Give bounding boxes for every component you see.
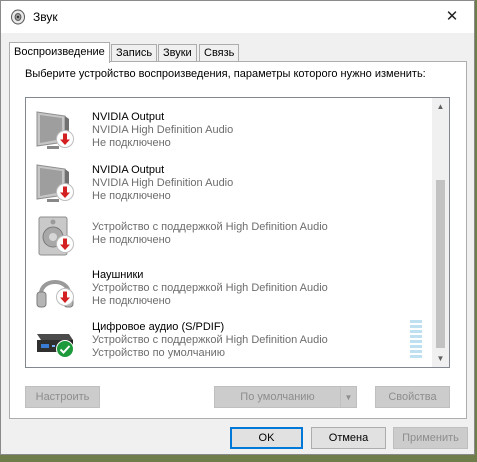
list-item[interactable]: Наушники Устройство с поддержкой High De…	[26, 268, 433, 320]
cancel-button[interactable]: Отмена	[311, 427, 386, 449]
scroll-down-icon[interactable]: ▼	[432, 350, 449, 367]
device-status: Не подключено	[92, 295, 171, 307]
list-item-default-device[interactable]: Цифровое аудио (S/PDIF) Устройство с под…	[26, 320, 433, 367]
device-name: Наушники	[92, 269, 144, 281]
device-name: NVIDIA Output	[92, 164, 165, 176]
level-meter-icon	[410, 320, 422, 358]
scroll-up-icon[interactable]: ▲	[432, 98, 449, 115]
disconnected-arrow-icon	[56, 288, 74, 306]
speaker-icon	[11, 9, 25, 25]
apply-button[interactable]: Применить	[393, 427, 468, 449]
list-item[interactable]: Устройство с поддержкой High Definition …	[26, 215, 433, 267]
disconnected-arrow-icon	[56, 235, 74, 253]
set-default-button[interactable]: По умолчанию ▼	[214, 386, 357, 408]
device-list[interactable]: NVIDIA Output NVIDIA High Definition Aud…	[25, 97, 450, 368]
device-name: NVIDIA Output	[92, 111, 165, 123]
ok-button[interactable]: OK	[230, 427, 303, 449]
configure-button[interactable]: Настроить	[25, 386, 100, 408]
device-icon	[35, 98, 81, 100]
tab-sounds[interactable]: Звуки	[158, 44, 197, 62]
disconnected-arrow-icon	[56, 130, 74, 148]
set-default-dropdown-arrow-icon[interactable]: ▼	[340, 387, 356, 407]
device-description: Устройство с поддержкой High Definition …	[92, 334, 328, 346]
device-description: Устройство с поддержкой High Definition …	[92, 221, 328, 233]
tab-communications[interactable]: Связь	[199, 44, 240, 62]
set-default-label: По умолчанию	[240, 391, 315, 403]
tab-recording[interactable]: Запись	[111, 44, 158, 62]
device-status: Не подключено	[92, 190, 171, 202]
instruction-text: Выберите устройство воспроизведения, пар…	[25, 68, 426, 80]
device-list-scrollbar[interactable]: ▲ ▼	[432, 98, 449, 367]
list-item-partial[interactable]	[26, 98, 433, 106]
playback-panel: Выберите устройство воспроизведения, пар…	[9, 61, 467, 419]
device-description: NVIDIA High Definition Audio	[92, 177, 234, 189]
close-icon: ✕	[445, 8, 459, 25]
sound-dialog: Звук ✕ Воспроизведение Запись Звуки Связ…	[0, 0, 475, 455]
device-status: Устройство по умолчанию	[92, 347, 226, 359]
scrollbar-thumb[interactable]	[436, 180, 445, 348]
device-status: Не подключено	[92, 137, 171, 149]
close-button[interactable]: ✕	[430, 1, 474, 31]
list-item[interactable]: NVIDIA Output NVIDIA High Definition Aud…	[26, 110, 433, 162]
list-item[interactable]: NVIDIA Output NVIDIA High Definition Aud…	[26, 163, 433, 215]
device-description: NVIDIA High Definition Audio	[92, 124, 234, 136]
window-title: Звук	[33, 10, 58, 24]
device-name: Цифровое аудио (S/PDIF)	[92, 321, 225, 333]
default-check-icon	[56, 340, 74, 358]
properties-button[interactable]: Свойства	[375, 386, 450, 408]
device-list-viewport: NVIDIA Output NVIDIA High Definition Aud…	[26, 98, 433, 367]
disconnected-arrow-icon	[56, 183, 74, 201]
device-status: Не подключено	[92, 234, 171, 246]
title-bar: Звук ✕	[1, 1, 474, 33]
tab-playback[interactable]: Воспроизведение	[9, 42, 110, 63]
device-description: Устройство с поддержкой High Definition …	[92, 282, 328, 294]
